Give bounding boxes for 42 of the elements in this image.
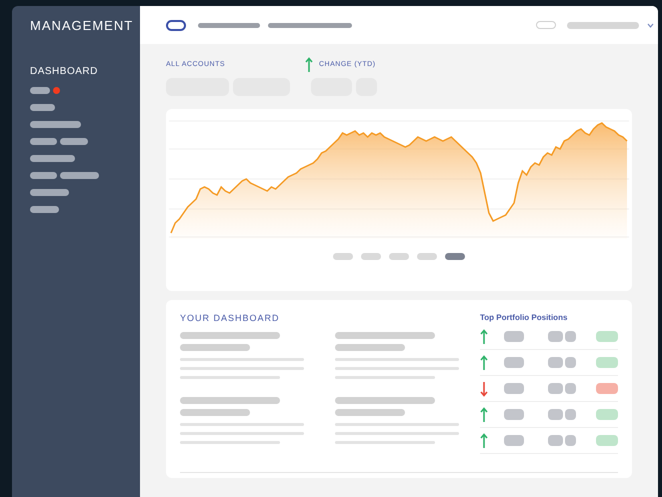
- placeholder-bar: [30, 172, 57, 178]
- placeholder-bar: [565, 331, 576, 342]
- placeholder-bar: [335, 408, 405, 416]
- placeholder-bar: [60, 138, 88, 144]
- placeholder-bar: [60, 172, 99, 178]
- placeholder-bar: [548, 383, 563, 394]
- placeholder-bar: [567, 22, 639, 28]
- nav-item[interactable]: DASHBOARD: [30, 64, 140, 78]
- loss-bar: [596, 383, 618, 394]
- app-title: MANAGEMENT: [30, 17, 134, 35]
- positions-title: Top Portfolio Positions: [480, 312, 568, 324]
- placeholder-bar: [30, 104, 55, 110]
- gain-bar: [596, 331, 618, 342]
- placeholder-bar: [504, 435, 524, 446]
- placeholder-bar: [504, 357, 524, 368]
- placeholder-bar: [30, 154, 75, 162]
- placeholder-bar: [565, 435, 576, 446]
- placeholder-bar: [565, 383, 576, 394]
- gain-bar: [596, 357, 618, 368]
- placeholder-bar: [504, 409, 524, 420]
- placeholder-bar: [30, 188, 69, 196]
- placeholder-bar: [180, 344, 250, 350]
- gain-bar: [596, 409, 618, 420]
- toggle-pill[interactable]: [166, 20, 186, 30]
- placeholder-bar: [565, 409, 576, 420]
- placeholder-bar: [548, 409, 563, 420]
- placeholder-bar: [504, 383, 524, 394]
- placeholder-bar: [180, 408, 250, 416]
- gain-bar: [596, 435, 618, 446]
- placeholder-bar: [30, 138, 57, 144]
- placeholder-bar: [504, 331, 524, 342]
- placeholder-bar: [30, 120, 81, 128]
- placeholder-bar: [30, 206, 59, 212]
- dashboard-title: YOUR DASHBOARD: [180, 312, 281, 325]
- placeholder-bar: [565, 357, 576, 368]
- placeholder-bar: [548, 331, 563, 342]
- placeholder-bar: [548, 357, 563, 368]
- placeholder-bar: [335, 344, 405, 350]
- chevron-down-icon[interactable]: [647, 22, 654, 28]
- placeholder-bar: [548, 435, 563, 446]
- placeholder-bar: [30, 86, 50, 94]
- placeholder-bar: [198, 22, 260, 28]
